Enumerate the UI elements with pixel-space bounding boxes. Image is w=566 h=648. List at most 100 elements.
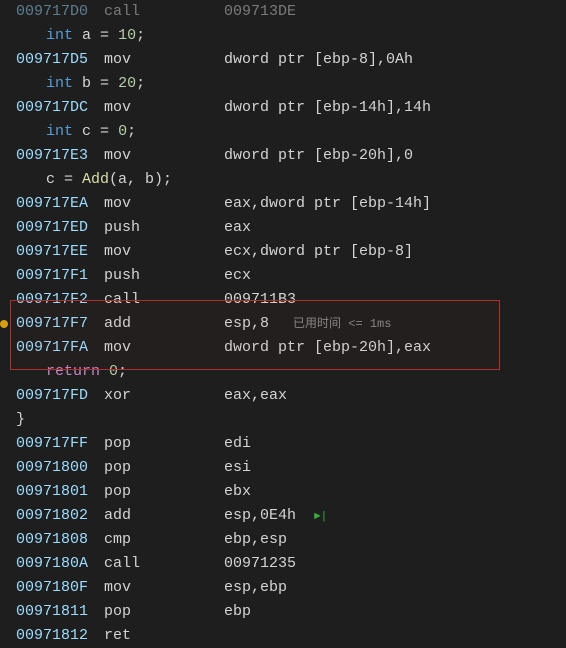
asm-line[interactable]: 00971800popesi xyxy=(2,456,566,480)
asm-line[interactable]: 0097180Acall00971235 xyxy=(2,552,566,576)
operands: esp,0E4h xyxy=(224,504,296,528)
address: 0097180F xyxy=(16,576,104,600)
asm-line[interactable]: 009717D5movdword ptr [ebp-8],0Ah xyxy=(2,48,566,72)
asm-line[interactable]: 009717F2call009711B3 xyxy=(2,288,566,312)
src-token: = xyxy=(91,72,118,96)
asm-line[interactable]: 009717FDxoreax,eax xyxy=(2,384,566,408)
address: 00971811 xyxy=(16,600,104,624)
operands: ebp xyxy=(224,600,251,624)
asm-line[interactable]: 009717EDpusheax xyxy=(2,216,566,240)
operands: dword ptr [ebp-20h],eax xyxy=(224,336,431,360)
src-token: 0 xyxy=(109,360,118,384)
mnemonic: pop xyxy=(104,480,224,504)
operands: ebp,esp xyxy=(224,528,287,552)
asm-line[interactable]: 009717F7addesp,8已用时间 <= 1ms xyxy=(2,312,566,336)
brace-line[interactable]: } xyxy=(2,408,566,432)
mnemonic: mov xyxy=(104,48,224,72)
mnemonic: call xyxy=(104,0,224,24)
source-line[interactable]: int a = 10; xyxy=(2,24,566,48)
asm-line[interactable]: 00971801popebx xyxy=(2,480,566,504)
mnemonic: call xyxy=(104,552,224,576)
asm-line[interactable]: 00971808cmpebp,esp xyxy=(2,528,566,552)
src-token xyxy=(73,120,82,144)
asm-line[interactable]: 00971802addesp,0E4h ►| xyxy=(2,504,566,528)
src-token: c xyxy=(46,168,55,192)
mnemonic: mov xyxy=(104,240,224,264)
src-token: int xyxy=(46,72,73,96)
src-token: int xyxy=(46,120,73,144)
operands: eax,dword ptr [ebp-14h] xyxy=(224,192,431,216)
src-token: c xyxy=(82,120,91,144)
source-line[interactable]: int b = 20; xyxy=(2,72,566,96)
src-token: ; xyxy=(136,72,145,96)
mnemonic: cmp xyxy=(104,528,224,552)
asm-line[interactable]: 009717DCmovdword ptr [ebp-14h],14h xyxy=(2,96,566,120)
address: 009717EE xyxy=(16,240,104,264)
asm-line[interactable]: 009717FFpopedi xyxy=(2,432,566,456)
operands: eax,eax xyxy=(224,384,287,408)
operands: esp,ebp xyxy=(224,576,287,600)
asm-line[interactable]: 00971812ret xyxy=(2,624,566,648)
mnemonic: pop xyxy=(104,600,224,624)
timing-label: 已用时间 <= 1ms xyxy=(293,312,391,336)
src-token xyxy=(73,72,82,96)
mnemonic: mov xyxy=(104,144,224,168)
asm-line[interactable]: 009717EAmoveax,dword ptr [ebp-14h] xyxy=(2,192,566,216)
mnemonic: add xyxy=(104,504,224,528)
address: 00971802 xyxy=(16,504,104,528)
operands: dword ptr [ebp-8],0Ah xyxy=(224,48,413,72)
address: 009717DC xyxy=(16,96,104,120)
src-token: ; xyxy=(127,120,136,144)
src-token: (a, b); xyxy=(109,168,172,192)
address: 00971812 xyxy=(16,624,104,648)
source-line[interactable]: return 0; xyxy=(2,360,566,384)
src-token: 0 xyxy=(118,120,127,144)
address: 009717FA xyxy=(16,336,104,360)
source-line[interactable]: int c = 0; xyxy=(2,120,566,144)
brace: } xyxy=(2,408,25,432)
operands: ebx xyxy=(224,480,251,504)
address: 009717FF xyxy=(16,432,104,456)
operands: eax xyxy=(224,216,251,240)
disassembly-view[interactable]: 009717D0call009713DEint a = 10;009717D5m… xyxy=(2,0,566,648)
mnemonic: push xyxy=(104,216,224,240)
operands: esi xyxy=(224,456,251,480)
src-token: Add xyxy=(82,168,109,192)
source-line[interactable]: c = Add(a, b); xyxy=(2,168,566,192)
mnemonic: mov xyxy=(104,192,224,216)
address: 009717F7 xyxy=(16,312,104,336)
operands: ecx,dword ptr [ebp-8] xyxy=(224,240,413,264)
mnemonic: call xyxy=(104,288,224,312)
mnemonic: ret xyxy=(104,624,224,648)
asm-line[interactable]: 00971811popebp xyxy=(2,600,566,624)
address: 0097180A xyxy=(16,552,104,576)
operands: ecx xyxy=(224,264,251,288)
address: 009717D0 xyxy=(16,0,104,24)
address: 009717FD xyxy=(16,384,104,408)
operands: esp,8 xyxy=(224,312,269,336)
address: 00971808 xyxy=(16,528,104,552)
operands: edi xyxy=(224,432,251,456)
mnemonic: pop xyxy=(104,432,224,456)
address: 009717D5 xyxy=(16,48,104,72)
operands: 00971235 xyxy=(224,552,296,576)
mnemonic: pop xyxy=(104,456,224,480)
address: 009717EA xyxy=(16,192,104,216)
src-token: return xyxy=(46,360,100,384)
asm-line[interactable]: 009717D0call009713DE xyxy=(2,0,566,24)
src-token: = xyxy=(91,120,118,144)
asm-line[interactable]: 009717EEmovecx,dword ptr [ebp-8] xyxy=(2,240,566,264)
asm-line[interactable]: 009717E3movdword ptr [ebp-20h],0 xyxy=(2,144,566,168)
operands: 009713DE xyxy=(224,0,296,24)
src-token: = xyxy=(55,168,82,192)
mnemonic: push xyxy=(104,264,224,288)
step-cursor-icon: ►| xyxy=(314,505,327,529)
operands: dword ptr [ebp-14h],14h xyxy=(224,96,431,120)
src-token: int xyxy=(46,24,73,48)
mnemonic: xor xyxy=(104,384,224,408)
src-token: = xyxy=(91,24,118,48)
asm-line[interactable]: 0097180Fmovesp,ebp xyxy=(2,576,566,600)
asm-line[interactable]: 009717FAmovdword ptr [ebp-20h],eax xyxy=(2,336,566,360)
breakpoint-marker-icon[interactable] xyxy=(0,320,8,328)
asm-line[interactable]: 009717F1pushecx xyxy=(2,264,566,288)
